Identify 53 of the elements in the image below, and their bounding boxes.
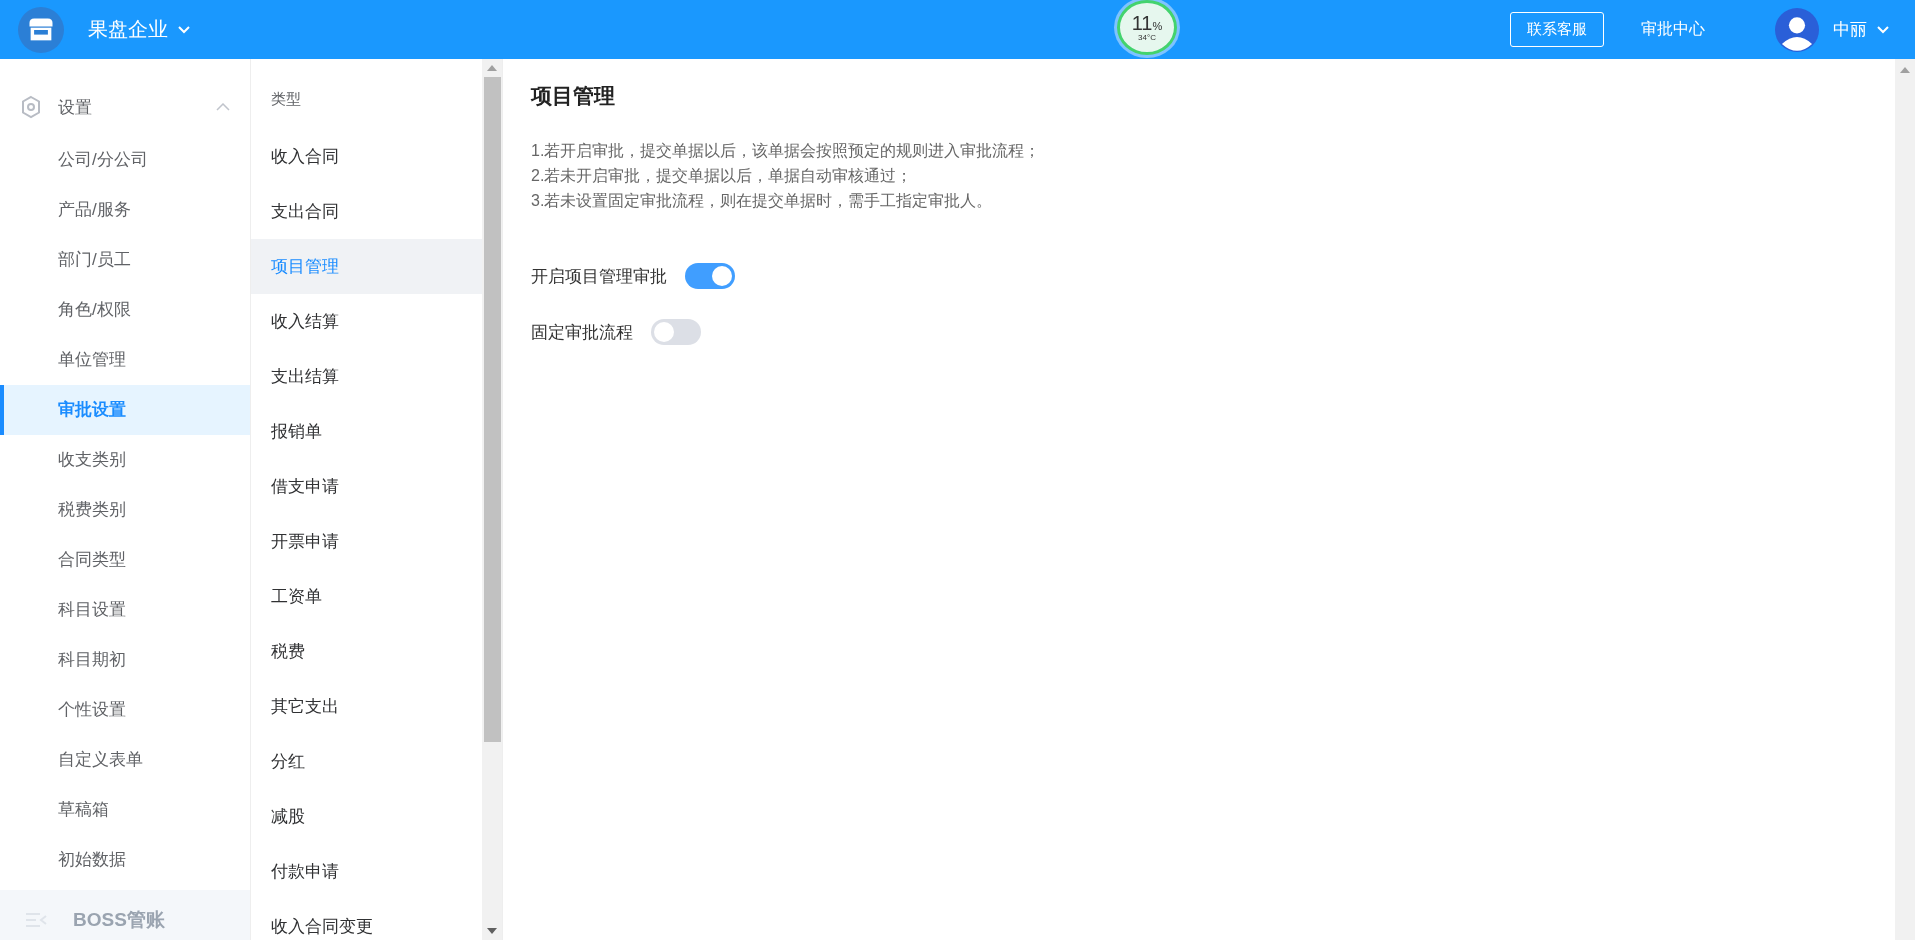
scrollbar[interactable] — [482, 59, 502, 940]
scroll-up-icon — [1900, 67, 1910, 73]
type-item[interactable]: 开票申请 — [251, 514, 482, 569]
type-item[interactable]: 报销单 — [251, 404, 482, 459]
page-scrollbar[interactable] — [1895, 59, 1915, 940]
type-item[interactable]: 其它支出 — [251, 679, 482, 734]
toggle-switch[interactable] — [685, 263, 735, 289]
page-title: 项目管理 — [531, 83, 616, 109]
usage-value: 11% — [1131, 13, 1163, 33]
sidebar-item[interactable]: 自定义表单 — [0, 735, 250, 785]
sidebar-item[interactable]: 部门/员工 — [0, 235, 250, 285]
hexagon-gear-icon — [20, 95, 42, 119]
chevron-down-icon — [1877, 25, 1889, 34]
sidebar-item[interactable]: 个性设置 — [0, 685, 250, 735]
sidebar-item[interactable]: 初始数据 — [0, 835, 250, 885]
settings-group-header[interactable]: 设置 — [0, 79, 250, 135]
sidebar-item[interactable]: 产品/服务 — [0, 185, 250, 235]
type-item[interactable]: 工资单 — [251, 569, 482, 624]
type-item[interactable]: 收入合同变更 — [251, 899, 482, 940]
toggle-switch[interactable] — [651, 319, 701, 345]
sidebar-item[interactable]: 科目设置 — [0, 585, 250, 635]
sidebar-item[interactable]: 收支类别 — [0, 435, 250, 485]
type-item[interactable]: 支出合同 — [251, 184, 482, 239]
type-item[interactable]: 分红 — [251, 734, 482, 789]
type-item[interactable]: 支出结算 — [251, 349, 482, 404]
avatar-icon — [1775, 7, 1819, 52]
sidebar-item[interactable]: 草稿箱 — [0, 785, 250, 835]
sidebar-item[interactable]: 公司/分公司 — [0, 135, 250, 185]
type-item[interactable]: 收入结算 — [251, 294, 482, 349]
scroll-up-icon — [487, 65, 497, 71]
sidebar-item[interactable]: 合同类型 — [0, 535, 250, 585]
store-logo-icon — [18, 6, 64, 53]
temperature: 34°C — [1138, 33, 1156, 42]
setting-label: 固定审批流程 — [531, 321, 633, 344]
setting-label: 开启项目管理审批 — [531, 265, 667, 288]
note-line: 2.若未开启审批，提交单据以后，单据自动审核通过； — [531, 166, 914, 186]
sidebar-item[interactable]: 角色/权限 — [0, 285, 250, 335]
footer-label: BOSS管账 — [73, 908, 165, 932]
type-item[interactable]: 税费 — [251, 624, 482, 679]
chevron-down-icon — [178, 25, 190, 34]
note-line: 1.若开启审批，提交单据以后，该单据会按照预定的规则进入审批流程； — [531, 141, 1042, 161]
type-item[interactable]: 减股 — [251, 789, 482, 844]
scroll-down-icon — [487, 928, 497, 934]
sidebar-item[interactable]: 税费类别 — [0, 485, 250, 535]
group-label: 设置 — [58, 96, 92, 119]
type-item[interactable]: 付款申请 — [251, 844, 482, 899]
type-item[interactable]: 收入合同 — [251, 129, 482, 184]
type-item[interactable]: 借支申请 — [251, 459, 482, 514]
column-heading: 类型 — [270, 89, 302, 109]
sidebar-item[interactable]: 科目期初 — [0, 635, 250, 685]
note-line: 3.若未设置固定审批流程，则在提交单据时，需手工指定审批人。 — [531, 191, 994, 211]
chevron-icon — [216, 103, 230, 111]
sidebar-item[interactable]: 单位管理 — [0, 335, 250, 385]
